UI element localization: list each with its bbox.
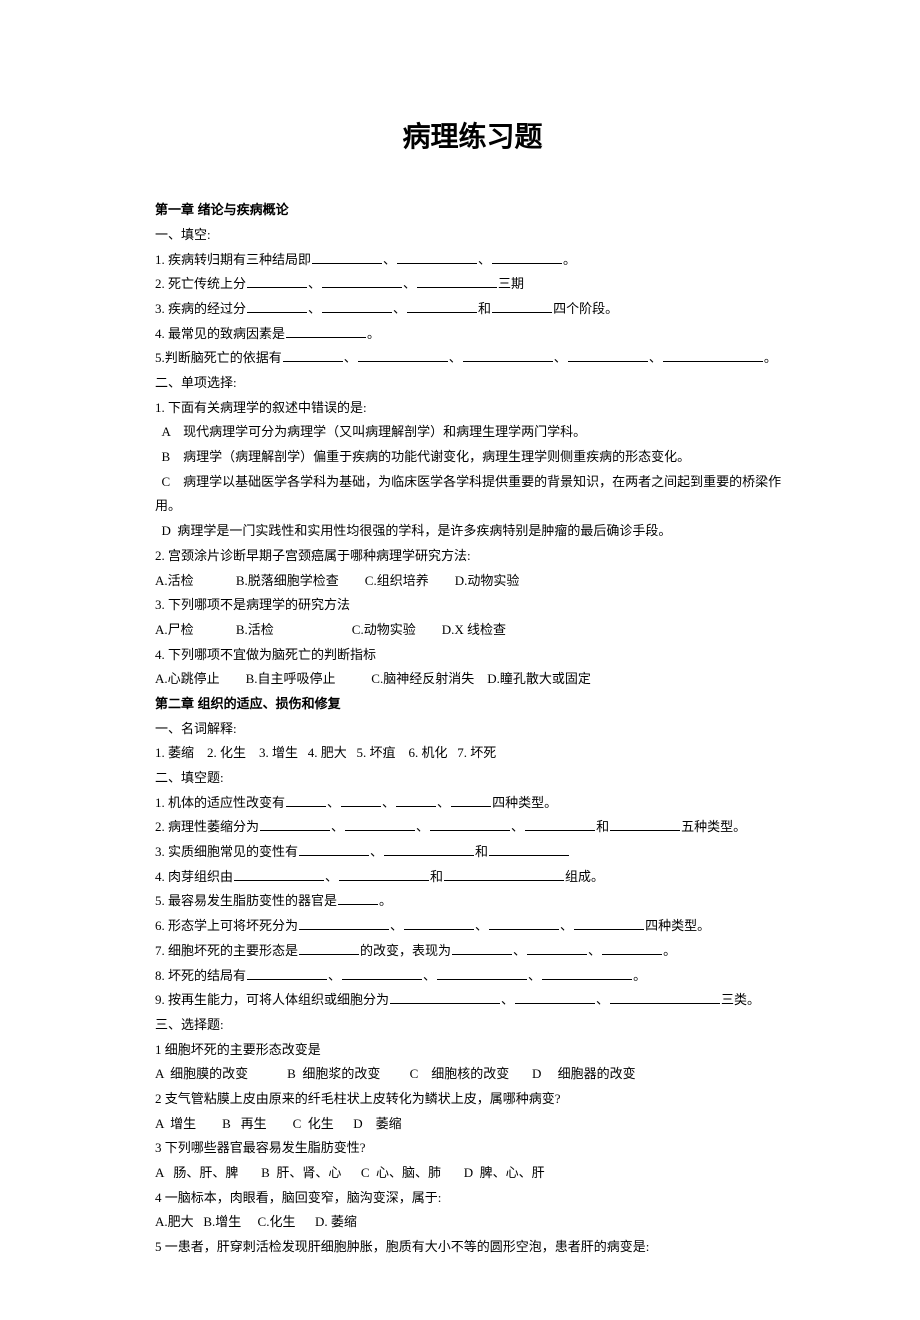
fill-blank: 9. 按再生能力，可将人体组织或细胞分为、、三类。 — [155, 988, 790, 1013]
mc-question: 2. 宫颈涂片诊断早期子宫颈癌属于哪种病理学研究方法: — [155, 544, 790, 569]
mc-option: A.活检 B.脱落细胞学检查 C.组织培养 D.动物实验 — [155, 569, 790, 594]
mc-option: D 病理学是一门实践性和实用性均很强的学科，是许多疾病特别是肿瘤的最后确诊手段。 — [155, 519, 790, 544]
chapter-1-header: 第一章 绪论与疾病概论 — [155, 198, 790, 223]
mc-option: A 肠、肝、脾 B 肝、肾、心 C 心、脑、肺 D 脾、心、肝 — [155, 1161, 790, 1186]
mc-question: 1 细胞坏死的主要形态改变是 — [155, 1038, 790, 1063]
mc-option: C 病理学以基础医学各学科为基础，为临床医学各学科提供重要的背景知识，在两者之间… — [155, 470, 790, 519]
fill-blank: 8. 坏死的结局有、、、。 — [155, 964, 790, 989]
fill-blank-q5: 5.判断脑死亡的依据有、、、、。 — [155, 346, 790, 371]
mc-option: B 病理学（病理解剖学）偏重于疾病的功能代谢变化，病理生理学则侧重疾病的形态变化… — [155, 445, 790, 470]
mc-question: 4 一脑标本，肉眼看，脑回变窄，脑沟变深，属于: — [155, 1186, 790, 1211]
fill-blank: 4. 肉芽组织由、和组成。 — [155, 865, 790, 890]
fill-blank-q2: 2. 死亡传统上分、、三期 — [155, 272, 790, 297]
section-header: 二、填空题: — [155, 766, 790, 791]
mc-question: 3. 下列哪项不是病理学的研究方法 — [155, 593, 790, 618]
fill-blank: 3. 实质细胞常见的变性有、和 — [155, 840, 790, 865]
fill-blank-q1: 1. 疾病转归期有三种结局即、、。 — [155, 248, 790, 273]
mc-option: A.尸检 B.活检 C.动物实验 D.X 线检查 — [155, 618, 790, 643]
fill-blank-q4: 4. 最常见的致病因素是。 — [155, 322, 790, 347]
mc-question: 5 一患者，肝穿刺活检发现肝细胞肿胀，胞质有大小不等的圆形空泡，患者肝的病变是: — [155, 1235, 790, 1260]
mc-option: A 细胞膜的改变 B 细胞浆的改变 C 细胞核的改变 D 细胞器的改变 — [155, 1062, 790, 1087]
page-title: 病理练习题 — [155, 110, 790, 163]
mc-option: A.肥大 B.增生 C.化生 D. 萎缩 — [155, 1210, 790, 1235]
mc-option: A 增生 B 再生 C 化生 D 萎缩 — [155, 1112, 790, 1137]
section-header: 一、填空: — [155, 223, 790, 248]
fill-blank: 1. 机体的适应性改变有、、、四种类型。 — [155, 791, 790, 816]
fill-blank-q3: 3. 疾病的经过分、、和四个阶段。 — [155, 297, 790, 322]
mc-option: A 现代病理学可分为病理学（又叫病理解剖学）和病理生理学两门学科。 — [155, 420, 790, 445]
mc-question: 3 下列哪些器官最容易发生脂肪变性? — [155, 1136, 790, 1161]
section-header: 一、名词解释: — [155, 717, 790, 742]
section-header: 三、选择题: — [155, 1013, 790, 1038]
mc-question: 2 支气管粘膜上皮由原来的纤毛柱状上皮转化为鳞状上皮，属哪种病变? — [155, 1087, 790, 1112]
fill-blank: 2. 病理性萎缩分为、、、和五种类型。 — [155, 815, 790, 840]
fill-blank: 6. 形态学上可将坏死分为、、、四种类型。 — [155, 914, 790, 939]
mc-question: 1. 下面有关病理学的叙述中错误的是: — [155, 396, 790, 421]
mc-question: 4. 下列哪项不宜做为脑死亡的判断指标 — [155, 643, 790, 668]
fill-blank: 5. 最容易发生脂肪变性的器官是。 — [155, 889, 790, 914]
mc-option: A.心跳停止 B.自主呼吸停止 C.脑神经反射消失 D.瞳孔散大或固定 — [155, 667, 790, 692]
terms-list: 1. 萎缩 2. 化生 3. 增生 4. 肥大 5. 坏疽 6. 机化 7. 坏… — [155, 741, 790, 766]
section-header: 二、单项选择: — [155, 371, 790, 396]
fill-blank: 7. 细胞坏死的主要形态是的改变，表现为、、。 — [155, 939, 790, 964]
chapter-2-header: 第二章 组织的适应、损伤和修复 — [155, 692, 790, 717]
